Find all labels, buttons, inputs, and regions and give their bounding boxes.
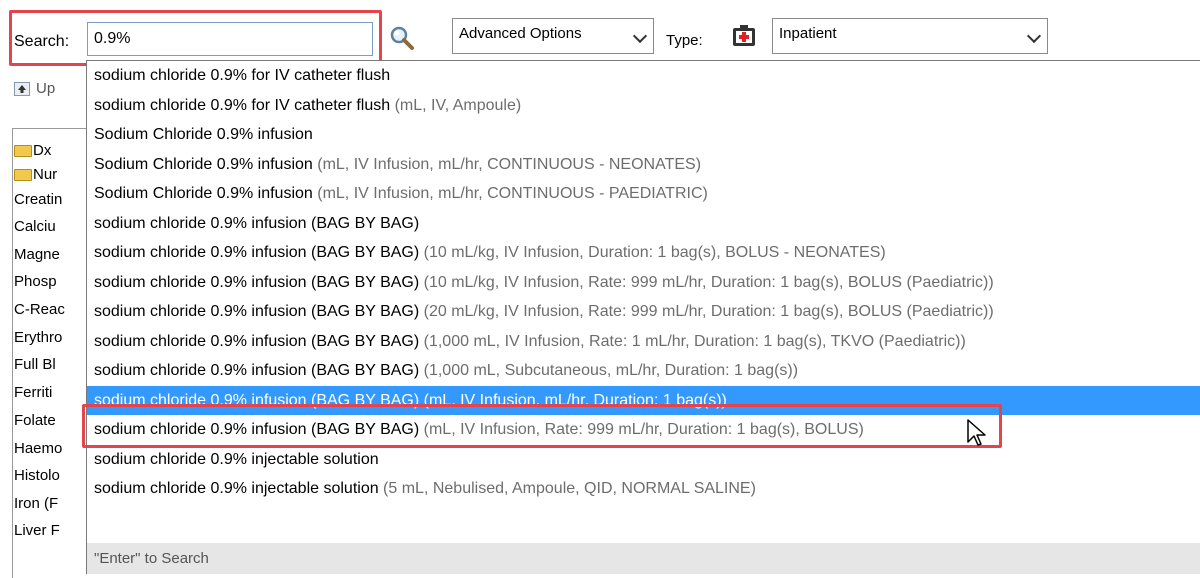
search-result-name: Sodium Chloride 0.9% infusion <box>94 126 313 143</box>
mouse-cursor-icon <box>966 418 988 448</box>
search-result-name: sodium chloride 0.9% infusion (BAG BY BA… <box>94 303 420 320</box>
search-result-name: Sodium Chloride 0.9% infusion <box>94 156 313 173</box>
search-result-item[interactable]: sodium chloride 0.9% infusion (BAG BY BA… <box>87 356 1200 385</box>
search-button[interactable] <box>388 24 416 52</box>
patient-type-dropdown[interactable]: Inpatient <box>772 18 1048 54</box>
panel-list-item[interactable]: Dx <box>14 142 94 159</box>
search-result-item[interactable]: sodium chloride 0.9% infusion (BAG BY BA… <box>87 327 1200 356</box>
panel-list-item[interactable]: Phosp <box>14 273 94 290</box>
panel-list-item[interactable]: Histolo <box>14 467 94 484</box>
up-arrow-icon <box>14 82 30 97</box>
panel-list-item[interactable]: Haemo <box>14 440 94 457</box>
search-result-name: sodium chloride 0.9% injectable solution <box>94 451 379 468</box>
search-results-dropdown: sodium chloride 0.9% for IV catheter flu… <box>86 60 1200 574</box>
panel-list-item[interactable]: Iron (F <box>14 495 94 512</box>
folder-icon <box>14 169 32 182</box>
panel-list-item-label: Magne <box>14 246 60 263</box>
search-result-item[interactable]: sodium chloride 0.9% infusion (BAG BY BA… <box>87 297 1200 326</box>
panel-list-item[interactable]: Calciu <box>14 218 94 235</box>
search-result-item[interactable]: Sodium Chloride 0.9% infusion (mL, IV In… <box>87 150 1200 179</box>
panel-list-item-label: Histolo <box>14 467 60 484</box>
search-result-detail: (mL, IV Infusion, mL/hr, CONTINUOUS - PA… <box>312 185 708 202</box>
search-label: Search: <box>14 33 70 50</box>
panel-list-item-label: Haemo <box>14 440 63 457</box>
panel-list-item[interactable]: Ferriti <box>14 384 94 401</box>
enter-to-search-hint: "Enter" to Search <box>87 543 1200 574</box>
panel-list-item-label: Erythro <box>14 329 63 346</box>
search-result-detail: (5 mL, Nebulised, Ampoule, QID, NORMAL S… <box>378 480 756 497</box>
panel-list-item-label: Dx <box>33 142 52 159</box>
search-result-item[interactable]: sodium chloride 0.9% for IV catheter flu… <box>87 61 1200 90</box>
search-result-item[interactable]: sodium chloride 0.9% infusion (BAG BY BA… <box>87 238 1200 267</box>
panel-list-item[interactable]: Creatin <box>14 191 94 208</box>
search-result-item[interactable]: sodium chloride 0.9% infusion (BAG BY BA… <box>87 415 1200 444</box>
panel-list-item[interactable]: Full Bl <box>14 356 94 373</box>
search-result-item[interactable]: sodium chloride 0.9% for IV catheter flu… <box>87 91 1200 120</box>
search-result-detail: (mL, IV Infusion, mL/hr, CONTINUOUS - NE… <box>312 156 702 173</box>
panel-list-item[interactable]: Magne <box>14 246 94 263</box>
search-result-detail: (1,000 mL, IV Infusion, Rate: 1 mL/hr, D… <box>419 333 966 350</box>
panel-list-item[interactable]: Erythro <box>14 329 94 346</box>
search-result-name: sodium chloride 0.9% infusion (BAG BY BA… <box>94 421 420 438</box>
panel-list-item[interactable]: Nur <box>14 166 94 183</box>
search-result-detail: (10 mL/kg, IV Infusion, Rate: 999 mL/hr,… <box>419 274 994 291</box>
search-result-detail: (mL, IV Infusion, Rate: 999 mL/hr, Durat… <box>419 421 864 438</box>
search-result-item[interactable]: sodium chloride 0.9% injectable solution… <box>87 474 1200 503</box>
patient-type-value: Inpatient <box>779 25 837 42</box>
panel-list-item-label: Calciu <box>14 218 56 235</box>
panel-list-item-label: Liver F <box>14 522 60 539</box>
search-result-name: sodium chloride 0.9% for IV catheter flu… <box>94 67 391 84</box>
up-button[interactable]: Up <box>14 80 55 97</box>
magnifier-icon <box>390 26 414 50</box>
patient-type-icon <box>730 22 758 50</box>
folder-icon <box>14 145 32 158</box>
search-result-item[interactable]: sodium chloride 0.9% infusion (BAG BY BA… <box>87 268 1200 297</box>
type-label: Type: <box>666 32 703 49</box>
panel-list-item-label: Folate <box>14 412 56 429</box>
search-result-item[interactable]: sodium chloride 0.9% injectable solution <box>87 445 1200 474</box>
panel-list-item-label: Iron (F <box>14 495 59 512</box>
panel-list-item-label: Ferriti <box>14 384 53 401</box>
chevron-down-icon <box>1026 28 1042 44</box>
search-result-name: sodium chloride 0.9% for IV catheter flu… <box>94 97 391 114</box>
search-result-name: sodium chloride 0.9% injectable solution <box>94 480 379 497</box>
search-result-detail: (mL, IV, Ampoule) <box>390 97 522 114</box>
search-result-item[interactable]: Sodium Chloride 0.9% infusion <box>87 120 1200 149</box>
search-result-name: Sodium Chloride 0.9% infusion <box>94 185 313 202</box>
search-result-name: sodium chloride 0.9% infusion (BAG BY BA… <box>94 244 420 261</box>
panel-list-item-label: Nur <box>33 166 58 183</box>
search-result-name: sodium chloride 0.9% infusion (BAG BY BA… <box>94 274 420 291</box>
search-result-name: sodium chloride 0.9% infusion (BAG BY BA… <box>94 333 420 350</box>
search-result-detail: (20 mL/kg, IV Infusion, Rate: 999 mL/hr,… <box>419 303 994 320</box>
search-result-item[interactable]: sodium chloride 0.9% infusion (BAG BY BA… <box>87 209 1200 238</box>
up-button-label: Up <box>36 80 56 97</box>
advanced-options-dropdown[interactable]: Advanced Options <box>452 18 654 54</box>
panel-list-item-label: Full Bl <box>14 356 56 373</box>
chevron-down-icon <box>632 28 648 44</box>
search-result-name: sodium chloride 0.9% infusion (BAG BY BA… <box>94 215 420 232</box>
search-result-detail: (1,000 mL, Subcutaneous, mL/hr, Duration… <box>419 362 799 379</box>
panel-list-item[interactable]: C-Reac <box>14 301 94 318</box>
search-result-name: sodium chloride 0.9% infusion (BAG BY BA… <box>94 392 727 409</box>
search-result-name: sodium chloride 0.9% infusion (BAG BY BA… <box>94 362 420 379</box>
search-result-item[interactable]: sodium chloride 0.9% infusion (BAG BY BA… <box>87 386 1200 415</box>
panel-list-item[interactable]: Liver F <box>14 522 94 539</box>
search-result-detail: (10 mL/kg, IV Infusion, Duration: 1 bag(… <box>419 244 886 261</box>
panel-list-item[interactable]: Folate <box>14 412 94 429</box>
panel-list-item-label: Creatin <box>14 191 63 208</box>
panel-list-item-label: C-Reac <box>14 301 65 318</box>
advanced-options-label: Advanced Options <box>459 25 582 42</box>
search-result-item[interactable]: Sodium Chloride 0.9% infusion (mL, IV In… <box>87 179 1200 208</box>
panel-list-item-label: Phosp <box>14 273 57 290</box>
search-input[interactable]: 0.9% <box>87 22 373 56</box>
